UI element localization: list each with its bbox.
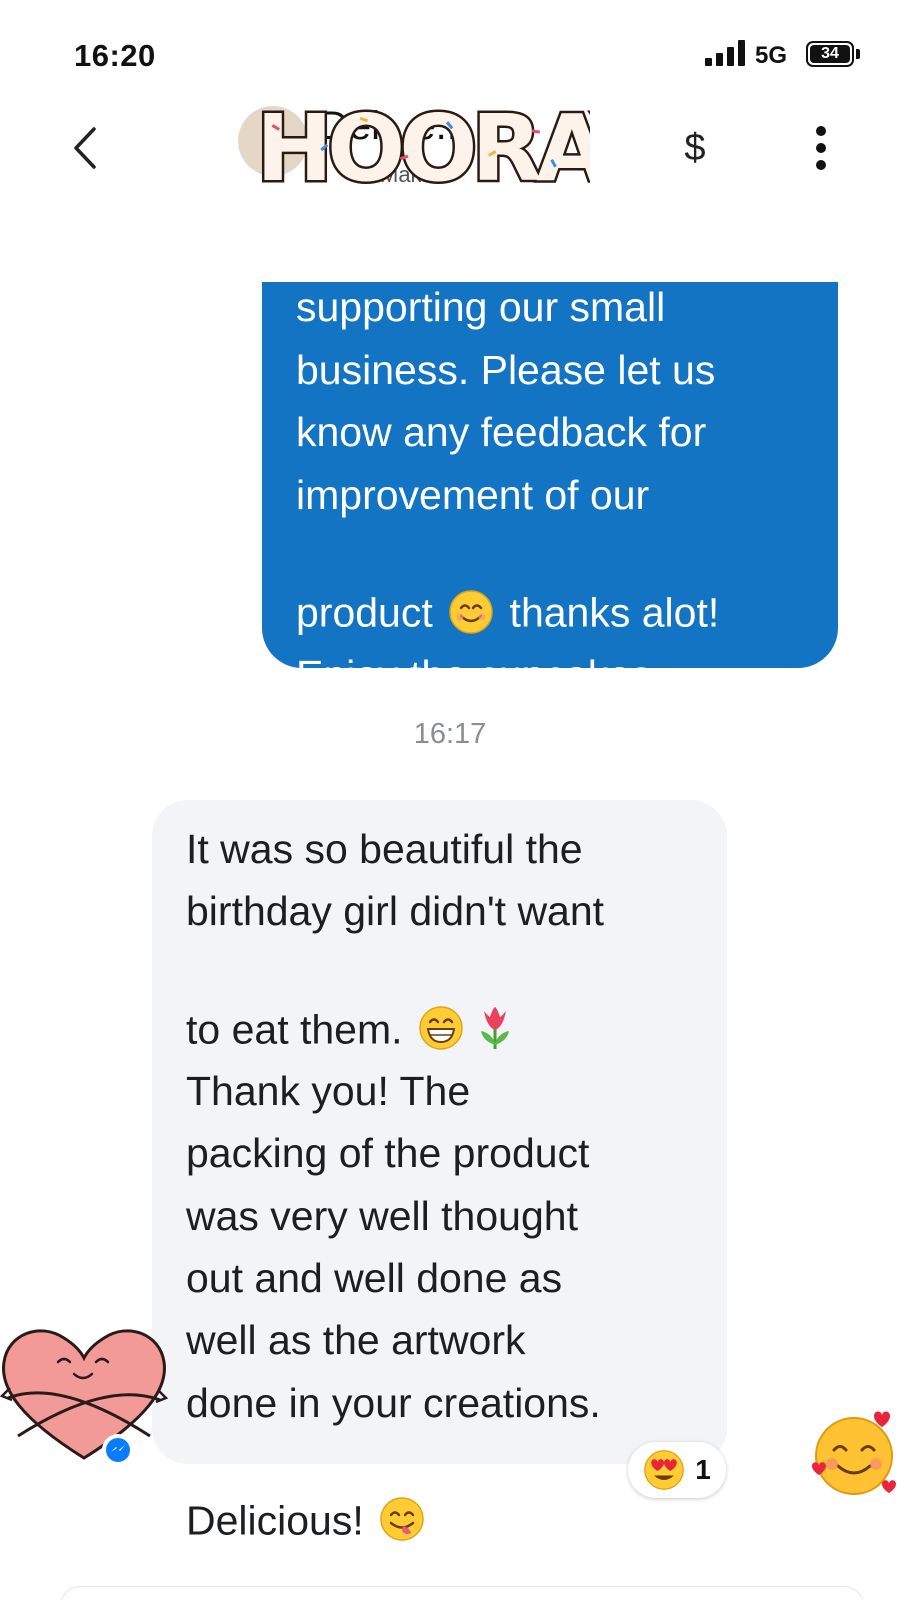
back-button[interactable] (60, 118, 110, 178)
smiling-face-with-hearts-sticker[interactable] (810, 1408, 902, 1500)
battery-icon: 34 (806, 41, 854, 67)
payment-button[interactable]: $ (670, 118, 720, 178)
outgoing-text-part1: supporting our small business. Please le… (296, 284, 716, 636)
heart-eyes-emoji (644, 1450, 685, 1490)
tulip-emoji (472, 943, 518, 1049)
message-timestamp: 16:17 (413, 718, 487, 750)
more-options-button[interactable] (798, 118, 844, 178)
reaction-count: 1 (695, 1454, 711, 1485)
grinning-face-emoji (418, 943, 464, 1050)
messenger-badge-icon (102, 1434, 134, 1466)
outgoing-message-bubble[interactable]: supporting our small business. Please le… (262, 282, 838, 698)
battery-level: 34 (810, 45, 850, 63)
message-reaction[interactable]: 1 (628, 1442, 726, 1498)
sender-avatar[interactable] (0, 1318, 168, 1466)
incoming-message-text: It was so beautiful the birthday girl di… (186, 818, 697, 1552)
hooray-text: HOORAY (256, 95, 590, 198)
incoming-message-bubble[interactable]: It was so beautiful the birthday girl di… (152, 800, 727, 1543)
hooray-sticker-overlay: HOORAY (254, 93, 591, 199)
dollar-icon: $ (684, 126, 706, 169)
battery-cap (856, 49, 860, 59)
status-time: 16:20 (74, 38, 156, 73)
incoming-text-part1: It was so beautiful the birthday girl di… (186, 826, 605, 1052)
chevron-left-icon (74, 127, 96, 169)
message-composer[interactable] (60, 1586, 864, 1600)
outgoing-message-text: supporting our small business. Please le… (296, 276, 804, 707)
network-label: 5G (755, 42, 788, 69)
signal-icon (705, 40, 747, 66)
dot (816, 126, 826, 136)
dot (816, 143, 826, 153)
yum-face-emoji (379, 1434, 425, 1542)
smiling-face-emoji (448, 526, 494, 634)
dot (816, 160, 826, 170)
